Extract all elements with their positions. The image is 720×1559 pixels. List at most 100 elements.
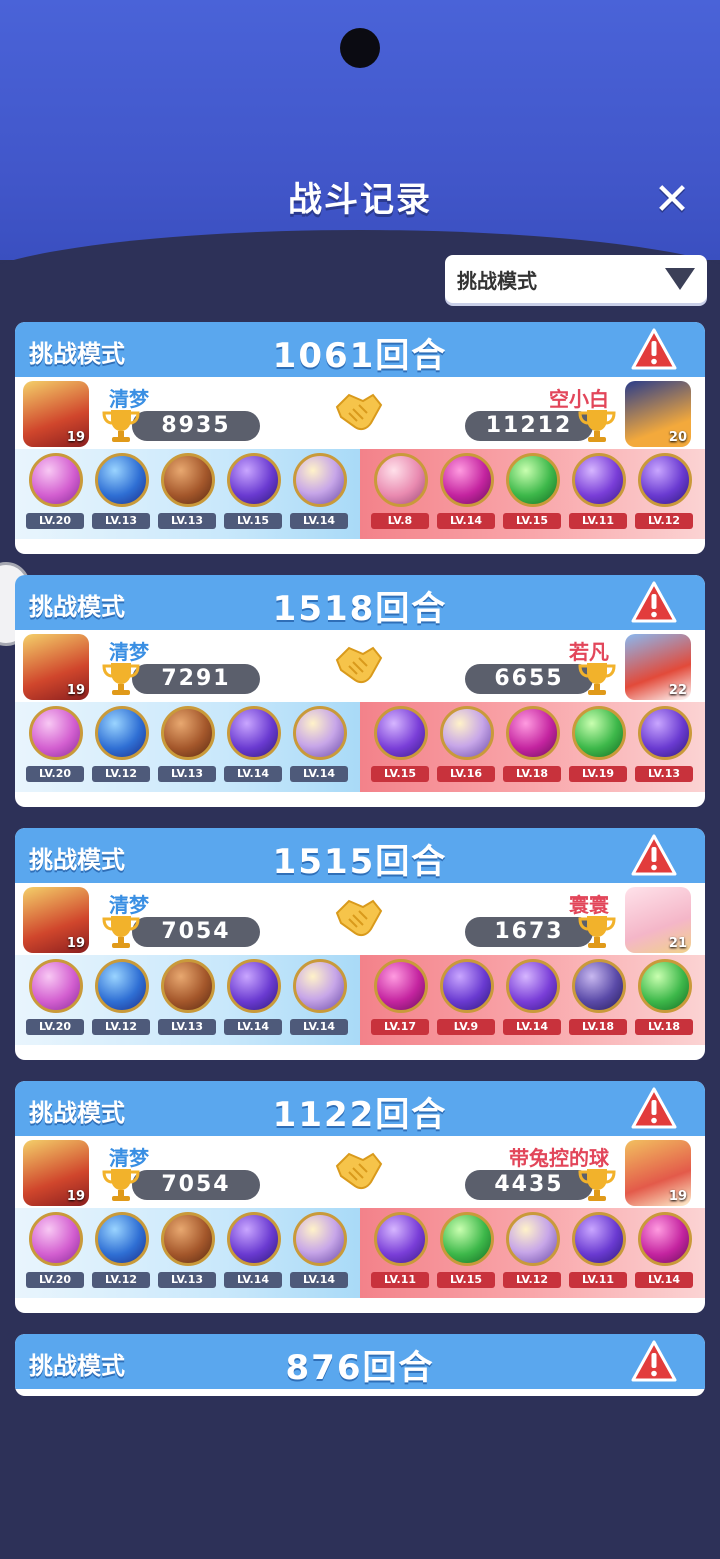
ball-slot[interactable]: LV.17 bbox=[368, 959, 432, 1041]
ball-slot[interactable]: LV.14 bbox=[221, 1212, 285, 1294]
ball-slot[interactable]: LV.13 bbox=[89, 453, 153, 535]
players-row: 19 清梦 8935 空小白 11212 20 bbox=[15, 377, 705, 449]
ball-slot[interactable]: LV.14 bbox=[287, 1212, 351, 1294]
ball-slot[interactable]: LV.14 bbox=[287, 706, 351, 788]
ball-slot[interactable]: LV.13 bbox=[155, 1212, 219, 1294]
battle-record-card[interactable]: 挑战模式 1515回合 19 清梦 7054 寰寰 1673 21 LV.20 LV.12 LV.1… bbox=[15, 828, 705, 1060]
left-team-balls: LV.20 LV.13 LV.13 LV.15 LV.14 bbox=[15, 449, 360, 539]
ball-level: LV.16 bbox=[437, 766, 495, 782]
ball-slot[interactable]: LV.8 bbox=[368, 453, 432, 535]
ball-slot[interactable]: LV.12 bbox=[89, 706, 153, 788]
players-row: 19 清梦 7054 带兔控的球 4435 19 bbox=[15, 1136, 705, 1208]
battle-record-card[interactable]: 挑战模式 876回合 bbox=[15, 1334, 705, 1396]
ball-slot[interactable]: LV.14 bbox=[287, 959, 351, 1041]
ball-slot[interactable]: LV.14 bbox=[221, 959, 285, 1041]
ball-slot[interactable]: LV.18 bbox=[632, 959, 696, 1041]
record-rounds: 1122回合 bbox=[272, 1095, 448, 1135]
ball-slot[interactable]: LV.12 bbox=[89, 1212, 153, 1294]
ball-slot[interactable]: LV.19 bbox=[566, 706, 630, 788]
opponent-avatar[interactable]: 21 bbox=[625, 887, 691, 953]
players-row: 19 清梦 7291 若凡 6655 22 bbox=[15, 630, 705, 702]
player-level: 19 bbox=[66, 1189, 85, 1204]
close-icon[interactable]: ✕ bbox=[650, 178, 694, 222]
green-arrow-ball-icon bbox=[572, 706, 626, 760]
battle-record-card[interactable]: 挑战模式 1061回合 19 清梦 8935 空小白 11212 20 LV.20 LV.13 LV… bbox=[15, 322, 705, 554]
mode-dropdown-label: 挑战模式 bbox=[457, 268, 537, 293]
handshake-icon bbox=[333, 387, 385, 435]
ball-slot[interactable]: LV.13 bbox=[155, 706, 219, 788]
ball-level: LV.12 bbox=[635, 513, 693, 529]
player-avatar[interactable]: 19 bbox=[23, 634, 89, 700]
ball-slot[interactable]: LV.15 bbox=[368, 706, 432, 788]
ball-slot[interactable]: LV.14 bbox=[500, 959, 564, 1041]
ball-level: LV.15 bbox=[224, 513, 282, 529]
ball-slot[interactable]: LV.13 bbox=[632, 706, 696, 788]
player-avatar[interactable]: 19 bbox=[23, 381, 89, 447]
ball-slot[interactable]: LV.11 bbox=[566, 1212, 630, 1294]
ball-slot[interactable]: LV.13 bbox=[155, 453, 219, 535]
ball-level: LV.14 bbox=[224, 1019, 282, 1035]
record-rounds: 1515回合 bbox=[272, 842, 448, 882]
trophy-icon bbox=[101, 913, 141, 949]
ball-slot[interactable]: LV.9 bbox=[434, 959, 498, 1041]
report-warning-icon[interactable] bbox=[631, 581, 677, 623]
ball-slot[interactable]: LV.11 bbox=[368, 1212, 432, 1294]
ball-slot[interactable]: LV.14 bbox=[287, 453, 351, 535]
ball-level: LV.14 bbox=[290, 513, 348, 529]
opponent-level: 20 bbox=[668, 430, 687, 445]
ball-slot[interactable]: LV.20 bbox=[23, 453, 87, 535]
opponent-avatar[interactable]: 20 bbox=[625, 381, 691, 447]
ball-slot[interactable]: LV.15 bbox=[434, 1212, 498, 1294]
ball-slot[interactable]: LV.12 bbox=[89, 959, 153, 1041]
purple-lightning-ball-icon bbox=[440, 959, 494, 1013]
ball-slot[interactable]: LV.11 bbox=[566, 453, 630, 535]
ball-slot[interactable]: LV.15 bbox=[500, 453, 564, 535]
battle-record-card[interactable]: 挑战模式 1122回合 19 清梦 7054 带兔控的球 4435 19 LV.20 LV.12 L… bbox=[15, 1081, 705, 1313]
battle-record-card[interactable]: 挑战模式 1518回合 19 清梦 7291 若凡 6655 22 LV.20 LV.12 LV.1… bbox=[15, 575, 705, 807]
ball-slot[interactable]: LV.14 bbox=[221, 706, 285, 788]
purple-hand-ball-icon bbox=[506, 1212, 560, 1266]
ball-slot[interactable]: LV.12 bbox=[632, 453, 696, 535]
player-level: 19 bbox=[66, 430, 85, 445]
mode-dropdown[interactable]: 挑战模式 bbox=[445, 255, 707, 303]
blue-hex-ball-icon bbox=[95, 959, 149, 1013]
player-trophy-score: 7291 bbox=[132, 664, 260, 694]
ball-level: LV.9 bbox=[437, 1019, 495, 1035]
ball-slot[interactable]: LV.13 bbox=[155, 959, 219, 1041]
opponent-avatar[interactable]: 19 bbox=[625, 1140, 691, 1206]
ball-level: LV.13 bbox=[635, 766, 693, 782]
ball-slot[interactable]: LV.14 bbox=[632, 1212, 696, 1294]
opponent-level: 22 bbox=[668, 683, 687, 698]
purple-hand-ball-icon bbox=[293, 706, 347, 760]
ball-slot[interactable]: LV.15 bbox=[221, 453, 285, 535]
ball-level: LV.12 bbox=[92, 1019, 150, 1035]
ball-slot[interactable]: LV.20 bbox=[23, 1212, 87, 1294]
pink-shield-ball-icon bbox=[29, 1212, 83, 1266]
player-avatar[interactable]: 19 bbox=[23, 1140, 89, 1206]
ball-slot[interactable]: LV.20 bbox=[23, 959, 87, 1041]
opponent-level: 19 bbox=[668, 1189, 687, 1204]
right-team-balls: LV.11 LV.15 LV.12 LV.11 LV.14 bbox=[360, 1208, 705, 1298]
report-warning-icon[interactable] bbox=[631, 328, 677, 370]
report-warning-icon[interactable] bbox=[631, 1340, 677, 1382]
handshake-icon bbox=[333, 893, 385, 941]
ball-slot[interactable]: LV.20 bbox=[23, 706, 87, 788]
ball-slot[interactable]: LV.18 bbox=[566, 959, 630, 1041]
ball-slot[interactable]: LV.12 bbox=[500, 1212, 564, 1294]
ball-level: LV.8 bbox=[371, 513, 429, 529]
ball-slot[interactable]: LV.16 bbox=[434, 706, 498, 788]
pink-shield-ball-icon bbox=[29, 706, 83, 760]
ball-slot[interactable]: LV.14 bbox=[434, 453, 498, 535]
magenta-feather-ball-icon bbox=[374, 959, 428, 1013]
ball-level: LV.14 bbox=[290, 1019, 348, 1035]
ball-slot[interactable]: LV.18 bbox=[500, 706, 564, 788]
blue-hex-ball-icon bbox=[95, 453, 149, 507]
trophy-icon bbox=[577, 1166, 617, 1202]
player-trophy-score: 8935 bbox=[132, 411, 260, 441]
report-warning-icon[interactable] bbox=[631, 1087, 677, 1129]
player-avatar[interactable]: 19 bbox=[23, 887, 89, 953]
report-warning-icon[interactable] bbox=[631, 834, 677, 876]
right-team-balls: LV.8 LV.14 LV.15 LV.11 LV.12 bbox=[360, 449, 705, 539]
opponent-avatar[interactable]: 22 bbox=[625, 634, 691, 700]
ball-lineup-row: LV.20 LV.12 LV.13 LV.14 LV.14 LV.17 LV.9 LV.14 L… bbox=[15, 955, 705, 1045]
